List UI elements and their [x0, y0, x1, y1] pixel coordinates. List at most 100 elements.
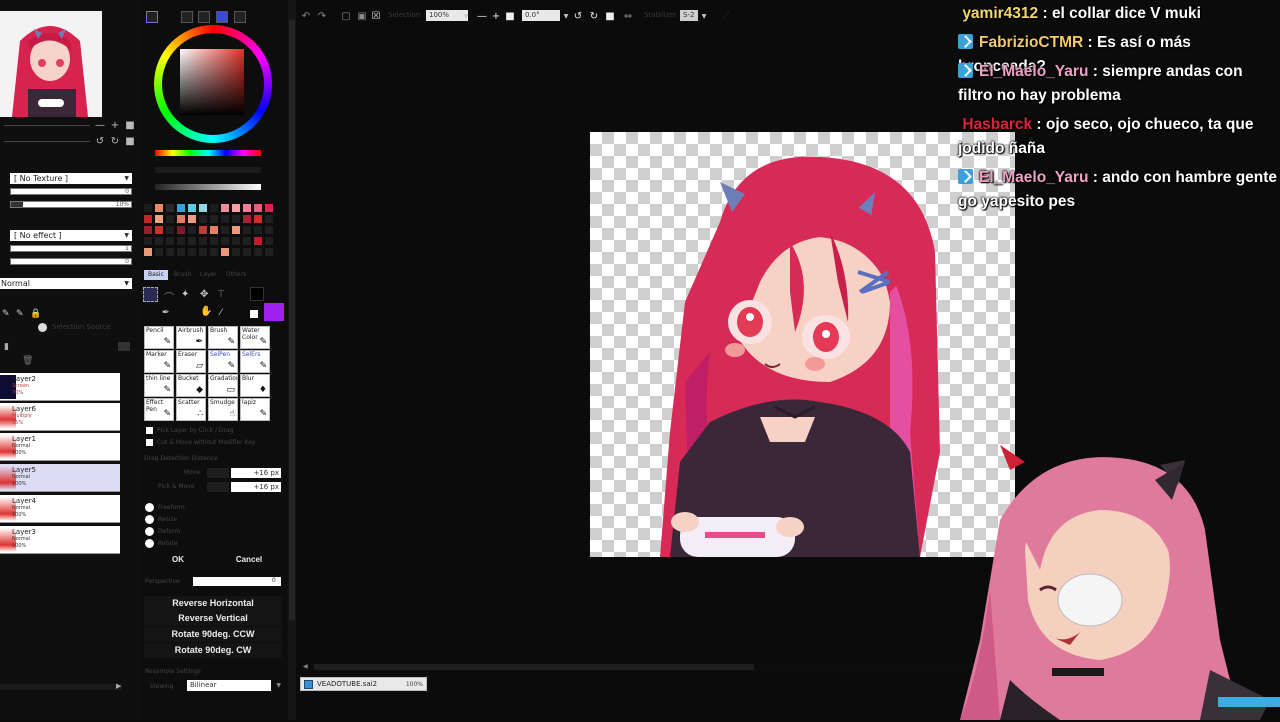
- palette-swatch[interactable]: [144, 204, 152, 212]
- palette-swatch[interactable]: [144, 226, 152, 234]
- deselect-icon[interactable]: ▢: [340, 11, 352, 23]
- tool-scatter[interactable]: Scatter ∴: [176, 398, 206, 421]
- interpolation-select[interactable]: Bilinear ▼: [187, 680, 281, 691]
- navigator-preview[interactable]: [0, 11, 102, 117]
- palette-swatch[interactable]: [265, 237, 273, 245]
- palette-swatch[interactable]: [243, 226, 251, 234]
- layer-scrollbar[interactable]: [0, 684, 122, 690]
- navigator-rotate-bar[interactable]: ↺ ↻ ■: [0, 136, 136, 148]
- tool-blur[interactable]: Blur ♦: [240, 374, 270, 397]
- palette-swatch[interactable]: [144, 237, 152, 245]
- move-distance-slider[interactable]: [207, 468, 229, 478]
- palette-swatch[interactable]: [254, 204, 262, 212]
- palette-swatch[interactable]: [254, 248, 262, 256]
- palette-swatch[interactable]: [177, 248, 185, 256]
- tool-marker[interactable]: Marker ✎: [144, 350, 174, 373]
- palette-swatch[interactable]: [243, 204, 251, 212]
- new-layer-icon[interactable]: ▮: [4, 342, 9, 352]
- rotate-ccw-button[interactable]: Rotate 90deg. CCW: [144, 627, 282, 642]
- zoom-reset-icon[interactable]: ■: [504, 11, 516, 23]
- scroll-left-icon[interactable]: ◀: [303, 663, 308, 670]
- swap-colors-icon[interactable]: [250, 310, 258, 318]
- color-wheel-mode-icon[interactable]: [146, 11, 158, 23]
- palette-swatch[interactable]: [232, 204, 240, 212]
- magic-wand-icon[interactable]: ✦: [181, 289, 189, 300]
- reset-rotate-icon[interactable]: ■: [124, 136, 136, 148]
- zoom-in-icon[interactable]: +: [109, 120, 121, 132]
- palette-swatch[interactable]: [265, 204, 273, 212]
- texture-slider-1[interactable]: 0: [10, 188, 132, 195]
- palette-swatch[interactable]: [254, 215, 262, 223]
- palette-swatch[interactable]: [166, 204, 174, 212]
- palette-swatch[interactable]: [199, 215, 207, 223]
- palette-swatch[interactable]: [210, 204, 218, 212]
- palette-swatch[interactable]: [144, 215, 152, 223]
- pipette-icon[interactable]: ⁄: [220, 308, 222, 318]
- palette-swatch[interactable]: [254, 226, 262, 234]
- zoom-in-icon[interactable]: +: [490, 11, 502, 23]
- texture-select[interactable]: [ No Texture ] ▼: [10, 173, 132, 184]
- hue-slider[interactable]: [155, 150, 261, 156]
- color-hsv-mode-icon[interactable]: [198, 11, 210, 23]
- tool-airbrush[interactable]: Airbrush ✒: [176, 326, 206, 349]
- tool-eraser[interactable]: Eraser ▱: [176, 350, 206, 373]
- palette-swatch[interactable]: [177, 204, 185, 212]
- palette-swatch[interactable]: [254, 237, 262, 245]
- hand-tool-icon[interactable]: ✋: [200, 306, 212, 317]
- palette-swatch[interactable]: [155, 248, 163, 256]
- palette-swatch[interactable]: [221, 204, 229, 212]
- saturation-slider[interactable]: [155, 167, 261, 173]
- palette-swatch[interactable]: [210, 237, 218, 245]
- layer-row[interactable]: Layer2 Screen 70%: [0, 373, 120, 401]
- saturation-value-square[interactable]: [180, 49, 244, 115]
- zoom-dropdown-icon[interactable]: ▼: [460, 11, 472, 23]
- layer-row[interactable]: Layer3 Normal 100%: [0, 526, 120, 554]
- palette-swatch[interactable]: [166, 248, 174, 256]
- palette-swatch[interactable]: [265, 248, 273, 256]
- palette-swatch[interactable]: [199, 204, 207, 212]
- rotate-cw-icon[interactable]: ↻: [588, 11, 600, 23]
- color-swatch-mode-icon[interactable]: [216, 11, 228, 23]
- palette-swatch[interactable]: [166, 226, 174, 234]
- transform-radio-resize[interactable]: [145, 515, 154, 524]
- zoom-out-icon[interactable]: —: [476, 11, 488, 23]
- tool-effect-pen[interactable]: Effect Pen ✎: [144, 398, 174, 421]
- show-selection-icon[interactable]: ☒: [370, 11, 382, 23]
- palette-swatch[interactable]: [155, 237, 163, 245]
- stabilizer-field[interactable]: S-2: [680, 10, 698, 21]
- tool-lapiz[interactable]: lapiz ✎: [240, 398, 270, 421]
- palette-swatch[interactable]: [166, 215, 174, 223]
- effect-slider-1[interactable]: 1: [10, 245, 132, 252]
- palette-swatch[interactable]: [188, 215, 196, 223]
- redo-icon[interactable]: ↷: [316, 11, 328, 23]
- tool-selers[interactable]: SelErs ✎: [240, 350, 270, 373]
- text-tool-icon[interactable]: T: [218, 289, 224, 300]
- undo-icon[interactable]: ↶: [300, 11, 312, 23]
- palette-swatch[interactable]: [243, 248, 251, 256]
- transform-radio-freeform[interactable]: [145, 503, 154, 512]
- move-tool-icon[interactable]: ✥: [200, 289, 208, 300]
- reverse-vertical-button[interactable]: Reverse Vertical: [144, 611, 282, 626]
- texture-slider-2[interactable]: 10%: [10, 201, 132, 208]
- eyedropper-icon[interactable]: ✒: [162, 308, 170, 318]
- palette-swatch[interactable]: [232, 248, 240, 256]
- palette-swatch[interactable]: [155, 226, 163, 234]
- effect-select[interactable]: [ No effect ] ▼: [10, 230, 132, 241]
- tool-panel-scrollbar[interactable]: [288, 0, 296, 720]
- palette-swatch[interactable]: [199, 248, 207, 256]
- tool-bucket[interactable]: Bucket ◆: [176, 374, 206, 397]
- lasso-tool-icon[interactable]: ⌒: [164, 289, 174, 304]
- value-slider[interactable]: [155, 184, 261, 190]
- stabilizer-dropdown-icon[interactable]: ▼: [698, 11, 710, 23]
- palette-swatch[interactable]: [177, 226, 185, 234]
- rotate-reset-icon[interactable]: ■: [604, 11, 616, 23]
- palette-swatch[interactable]: [177, 237, 185, 245]
- pick-move-field[interactable]: +16 px: [231, 482, 281, 492]
- selection-source-radio[interactable]: [38, 323, 47, 332]
- layer-panel-close-icon[interactable]: [118, 342, 130, 351]
- lock-icon[interactable]: 🔒: [30, 309, 41, 319]
- palette-swatch[interactable]: [221, 237, 229, 245]
- tab-basic[interactable]: Basic: [144, 270, 168, 280]
- color-palette-mode-icon[interactable]: [234, 11, 246, 23]
- ok-button[interactable]: OK: [160, 553, 196, 567]
